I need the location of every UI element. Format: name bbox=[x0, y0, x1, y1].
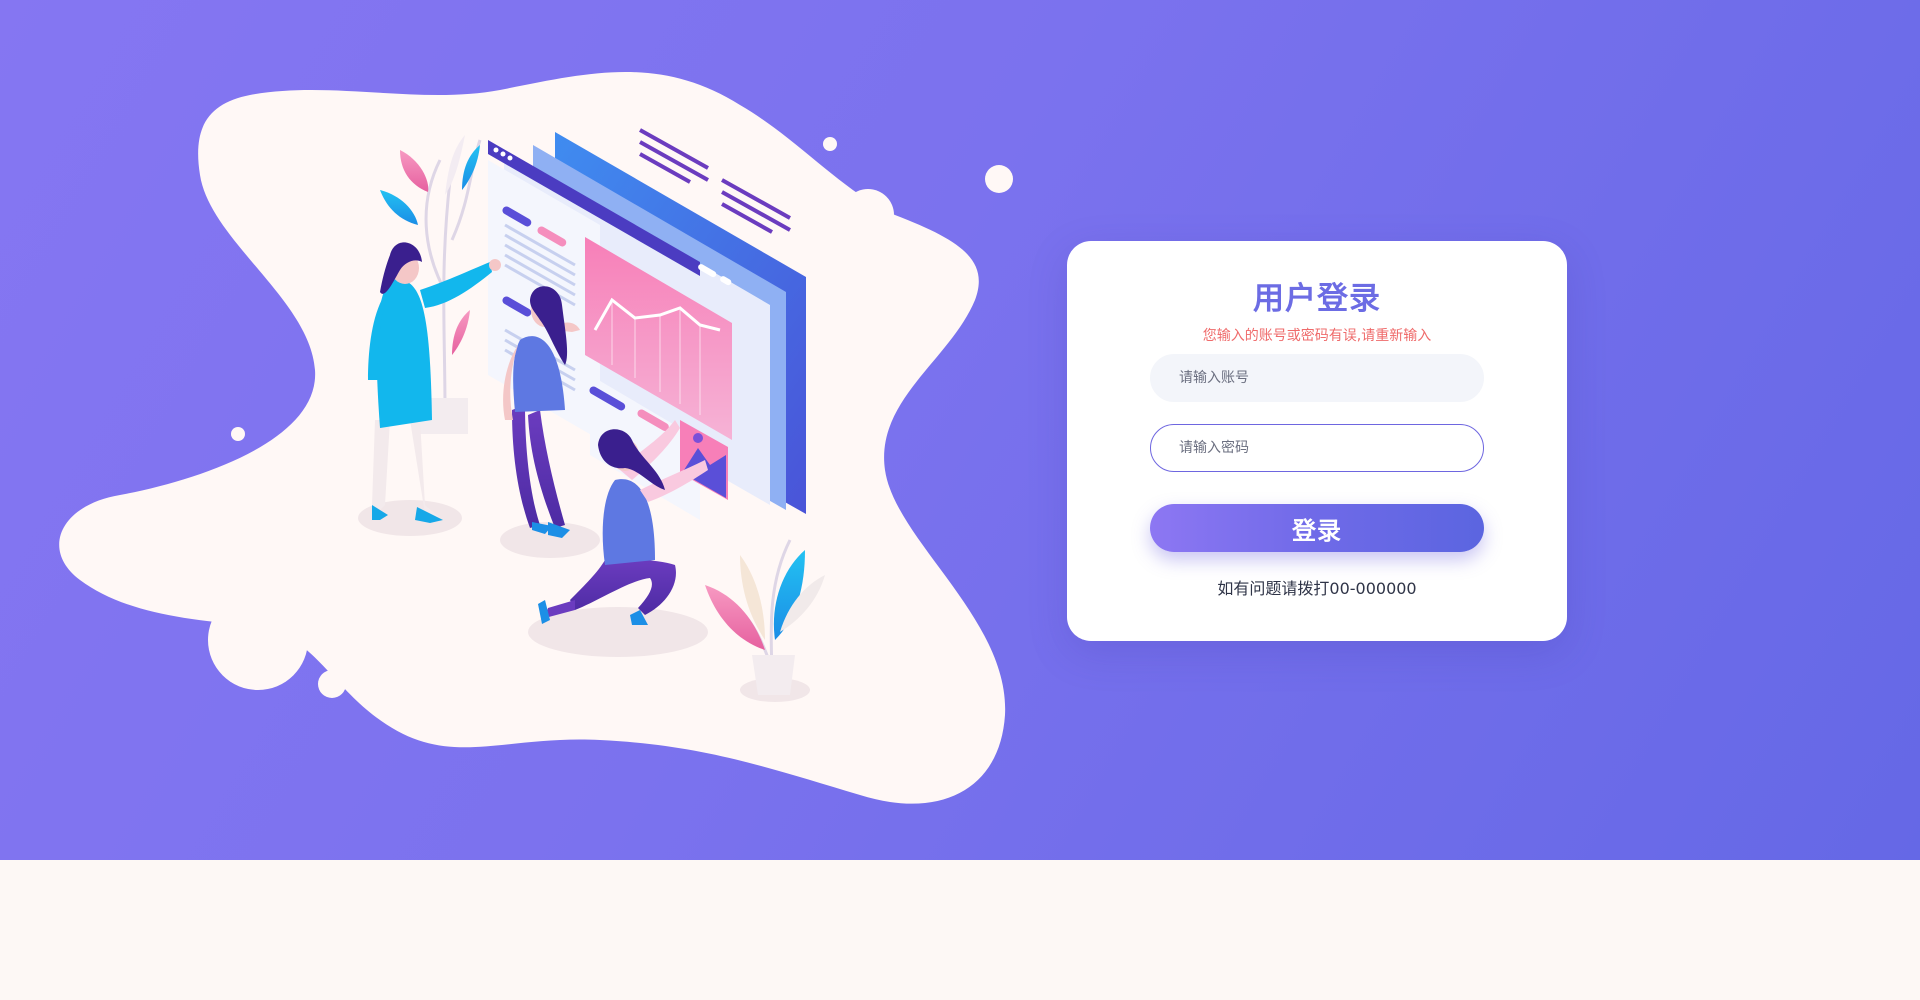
login-page: 用户登录 您输入的账号或密码有误,请重新输入 登录 如有问题请拨打00-0000… bbox=[0, 0, 1920, 1000]
error-message: 您输入的账号或密码有误,请重新输入 bbox=[1202, 328, 1432, 344]
login-button[interactable]: 登录 bbox=[1150, 504, 1484, 552]
hero-background: 用户登录 您输入的账号或密码有误,请重新输入 登录 如有问题请拨打00-0000… bbox=[0, 0, 1920, 860]
account-input[interactable] bbox=[1150, 354, 1484, 402]
password-input[interactable] bbox=[1150, 424, 1484, 472]
footer-band bbox=[0, 860, 1920, 1000]
login-card: 用户登录 您输入的账号或密码有误,请重新输入 登录 如有问题请拨打00-0000… bbox=[1067, 241, 1567, 641]
help-contact-text: 如有问题请拨打00-000000 bbox=[1217, 579, 1417, 598]
decorative-dots bbox=[842, 189, 894, 241]
team-dashboard-illustration bbox=[59, 71, 1013, 804]
page-title: 用户登录 bbox=[1253, 281, 1381, 317]
